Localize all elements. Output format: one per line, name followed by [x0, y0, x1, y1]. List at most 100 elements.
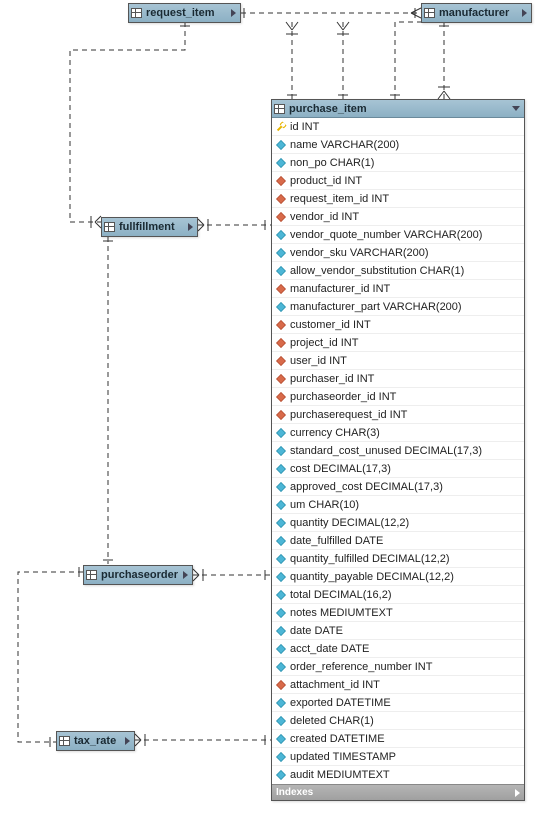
table-icon — [424, 8, 435, 18]
column-label: id INT — [290, 121, 319, 133]
column-icon — [276, 752, 286, 762]
column-icon — [276, 248, 286, 258]
column-row[interactable]: approved_cost DECIMAL(17,3) — [272, 478, 524, 496]
entity-request_item[interactable]: request_item — [128, 3, 241, 23]
expand-icon[interactable] — [231, 9, 236, 17]
column-row[interactable]: id INT — [272, 118, 524, 136]
column-label: currency CHAR(3) — [290, 427, 380, 439]
column-icon — [276, 500, 286, 510]
column-label: approved_cost DECIMAL(17,3) — [290, 481, 443, 493]
foreign-key-icon — [276, 194, 286, 204]
column-label: quantity_payable DECIMAL(12,2) — [290, 571, 454, 583]
column-row[interactable]: name VARCHAR(200) — [272, 136, 524, 154]
column-row[interactable]: quantity_fulfilled DECIMAL(12,2) — [272, 550, 524, 568]
entity-fullfillment[interactable]: fullfillment — [101, 217, 198, 237]
column-icon — [276, 230, 286, 240]
foreign-key-icon — [276, 356, 286, 366]
column-row[interactable]: purchaserequest_id INT — [272, 406, 524, 424]
column-label: purchaser_id INT — [290, 373, 374, 385]
entity-tax_rate[interactable]: tax_rate — [56, 731, 135, 751]
entity-title: tax_rate — [74, 735, 125, 747]
expand-icon[interactable] — [515, 789, 520, 797]
expand-icon[interactable] — [188, 223, 193, 231]
column-label: non_po CHAR(1) — [290, 157, 374, 169]
column-row[interactable]: exported DATETIME — [272, 694, 524, 712]
primary-key-icon — [274, 119, 288, 133]
column-icon — [276, 662, 286, 672]
column-row[interactable]: notes MEDIUMTEXT — [272, 604, 524, 622]
foreign-key-icon — [276, 176, 286, 186]
column-row[interactable]: quantity_payable DECIMAL(12,2) — [272, 568, 524, 586]
column-row[interactable]: total DECIMAL(16,2) — [272, 586, 524, 604]
column-row[interactable]: um CHAR(10) — [272, 496, 524, 514]
column-row[interactable]: attachment_id INT — [272, 676, 524, 694]
column-label: deleted CHAR(1) — [290, 715, 374, 727]
column-label: audit MEDIUMTEXT — [290, 769, 390, 781]
foreign-key-icon — [276, 680, 286, 690]
column-icon — [276, 302, 286, 312]
column-row[interactable]: manufacturer_part VARCHAR(200) — [272, 298, 524, 316]
column-row[interactable]: vendor_quote_number VARCHAR(200) — [272, 226, 524, 244]
column-icon — [276, 626, 286, 636]
column-icon — [276, 536, 286, 546]
column-row[interactable]: quantity DECIMAL(12,2) — [272, 514, 524, 532]
expand-icon[interactable] — [522, 9, 527, 17]
column-row[interactable]: date_fulfilled DATE — [272, 532, 524, 550]
column-label: total DECIMAL(16,2) — [290, 589, 391, 601]
entity-manufacturer[interactable]: manufacturer — [421, 3, 532, 23]
column-label: project_id INT — [290, 337, 358, 349]
column-icon — [276, 446, 286, 456]
column-label: manufacturer_part VARCHAR(200) — [290, 301, 462, 313]
column-label: name VARCHAR(200) — [290, 139, 399, 151]
column-row[interactable]: audit MEDIUMTEXT — [272, 766, 524, 784]
column-label: notes MEDIUMTEXT — [290, 607, 393, 619]
column-row[interactable]: manufacturer_id INT — [272, 280, 524, 298]
entity-title: purchase_item — [289, 103, 512, 115]
table-icon — [59, 736, 70, 746]
column-row[interactable]: request_item_id INT — [272, 190, 524, 208]
column-label: quantity DECIMAL(12,2) — [290, 517, 409, 529]
column-icon — [276, 770, 286, 780]
column-label: date DATE — [290, 625, 343, 637]
column-row[interactable]: cost DECIMAL(17,3) — [272, 460, 524, 478]
column-row[interactable]: deleted CHAR(1) — [272, 712, 524, 730]
column-row[interactable]: updated TIMESTAMP — [272, 748, 524, 766]
foreign-key-icon — [276, 284, 286, 294]
indexes-section[interactable]: Indexes — [272, 784, 524, 800]
column-label: customer_id INT — [290, 319, 371, 331]
column-row[interactable]: non_po CHAR(1) — [272, 154, 524, 172]
entity-title: manufacturer — [439, 7, 522, 19]
column-row[interactable]: order_reference_number INT — [272, 658, 524, 676]
column-label: cost DECIMAL(17,3) — [290, 463, 391, 475]
column-row[interactable]: customer_id INT — [272, 316, 524, 334]
column-row[interactable]: purchaseorder_id INT — [272, 388, 524, 406]
column-row[interactable]: vendor_sku VARCHAR(200) — [272, 244, 524, 262]
column-row[interactable]: date DATE — [272, 622, 524, 640]
column-label: attachment_id INT — [290, 679, 380, 691]
column-row[interactable]: purchaser_id INT — [272, 370, 524, 388]
foreign-key-icon — [276, 410, 286, 420]
column-icon — [276, 266, 286, 276]
column-row[interactable]: product_id INT — [272, 172, 524, 190]
column-row[interactable]: acct_date DATE — [272, 640, 524, 658]
column-label: date_fulfilled DATE — [290, 535, 383, 547]
column-row[interactable]: currency CHAR(3) — [272, 424, 524, 442]
column-row[interactable]: allow_vendor_substitution CHAR(1) — [272, 262, 524, 280]
column-row[interactable]: standard_cost_unused DECIMAL(17,3) — [272, 442, 524, 460]
column-row[interactable]: project_id INT — [272, 334, 524, 352]
column-icon — [276, 644, 286, 654]
column-label: purchaserequest_id INT — [290, 409, 407, 421]
column-label: created DATETIME — [290, 733, 385, 745]
entity-purchaseorder[interactable]: purchaseorder — [83, 565, 193, 585]
column-row[interactable]: vendor_id INT — [272, 208, 524, 226]
column-label: quantity_fulfilled DECIMAL(12,2) — [290, 553, 450, 565]
column-row[interactable]: user_id INT — [272, 352, 524, 370]
column-row[interactable]: created DATETIME — [272, 730, 524, 748]
column-icon — [276, 554, 286, 564]
column-icon — [276, 716, 286, 726]
expand-icon[interactable] — [183, 571, 188, 579]
expand-icon[interactable] — [125, 737, 130, 745]
collapse-icon[interactable] — [512, 106, 520, 111]
column-label: exported DATETIME — [290, 697, 391, 709]
entity-purchase_item[interactable]: purchase_item id INT name VARCHAR(200) non… — [271, 99, 525, 801]
